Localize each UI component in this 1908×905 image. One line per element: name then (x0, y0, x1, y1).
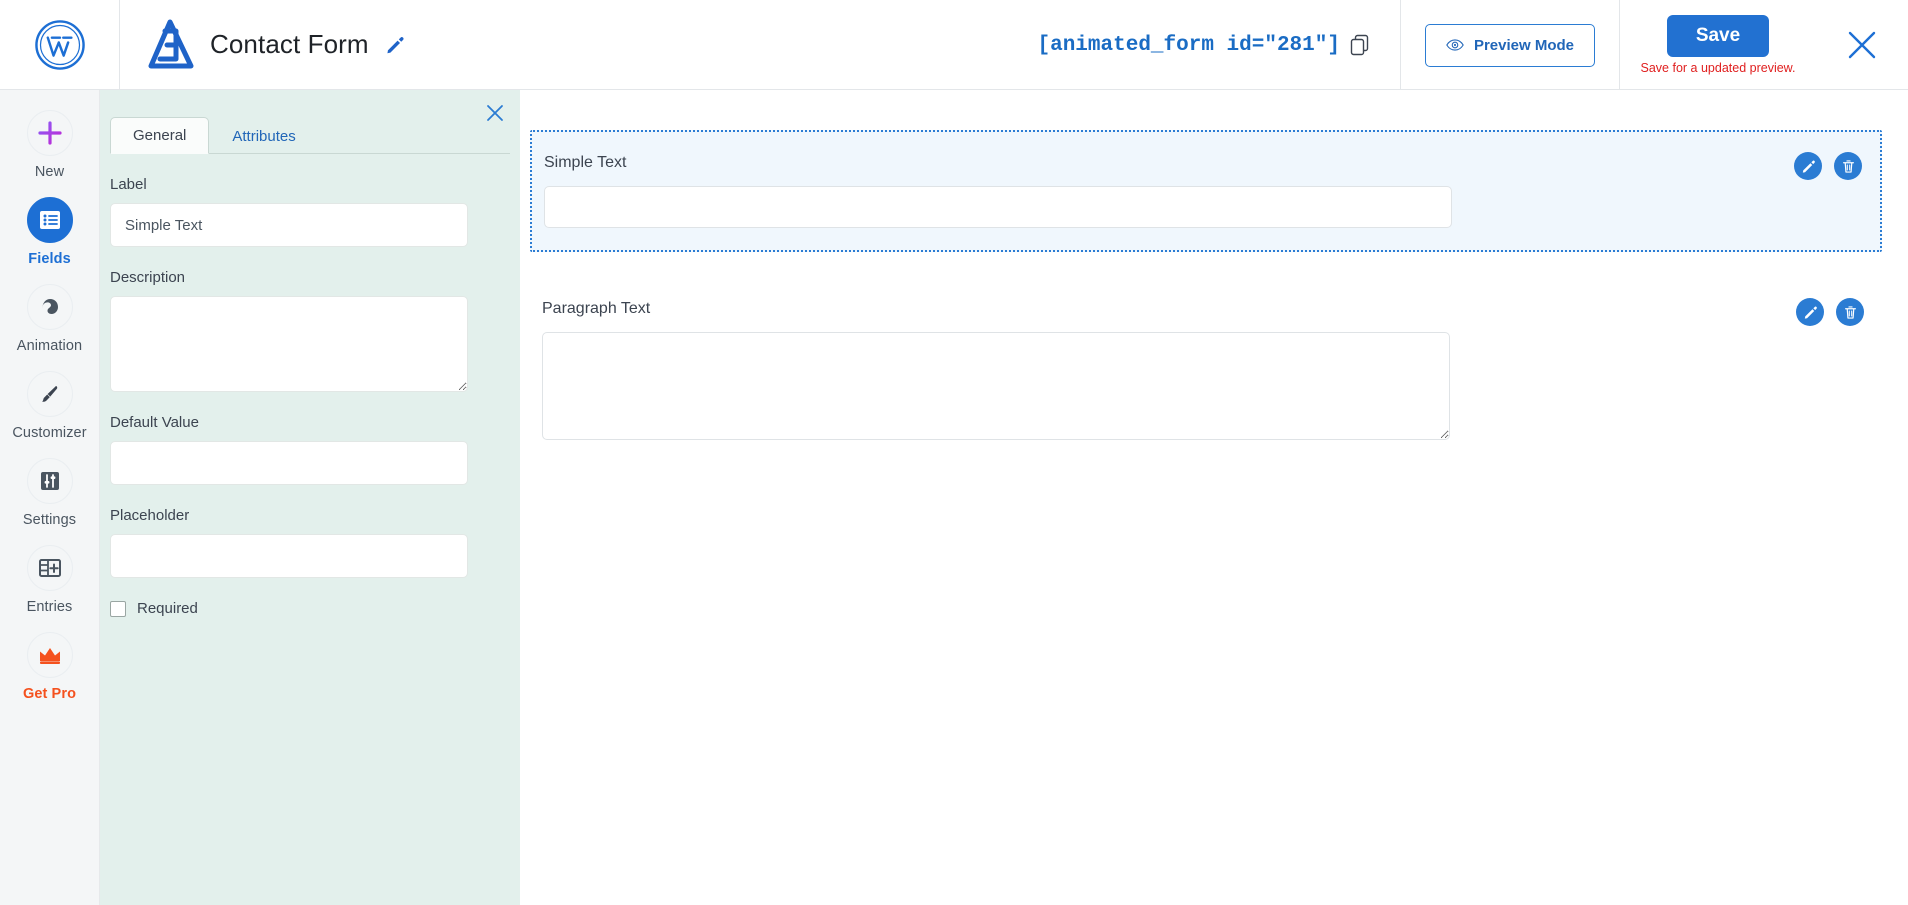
pencil-edit-icon (1803, 305, 1818, 320)
field-settings-panel: General Attributes Label Description Def… (100, 90, 520, 905)
form-field-input-simple-text[interactable] (544, 186, 1452, 228)
pencil-edit-icon[interactable] (385, 35, 405, 55)
close-editor-cell (1816, 0, 1908, 90)
sidebar-item-get-pro[interactable]: Get Pro (0, 632, 100, 702)
delete-field-button-paragraph-text[interactable] (1836, 298, 1864, 326)
preview-mode-button[interactable]: Preview Mode (1425, 24, 1595, 67)
sidebar-item-label-entries: Entries (27, 599, 73, 615)
field-group-description: Description (110, 269, 510, 392)
top-bar: Contact Form [animated_form id="281"] (0, 0, 1908, 90)
form-field-block-simple-text[interactable]: Simple Text (530, 130, 1882, 252)
edit-field-button-paragraph-text[interactable] (1796, 298, 1824, 326)
pencil-edit-icon (1801, 159, 1816, 174)
edit-field-button-simple-text[interactable] (1794, 152, 1822, 180)
animated-forms-logo-icon (146, 19, 196, 71)
header-spacer (405, 0, 1028, 89)
crown-icon (37, 644, 63, 666)
sliders-icon (39, 470, 61, 492)
form-field-label-simple-text: Simple Text (544, 154, 1868, 172)
placeholder-field-label: Placeholder (110, 507, 510, 524)
settings-tabs: General Attributes (110, 116, 510, 154)
sidebar-item-fields[interactable]: Fields (0, 197, 100, 267)
list-icon (38, 208, 62, 232)
default-value-field-label: Default Value (110, 414, 510, 431)
form-builder-app: Contact Form [animated_form id="281"] (0, 0, 1908, 905)
table-plus-icon (38, 557, 62, 579)
form-field-label-paragraph-text: Paragraph Text (542, 300, 1870, 318)
tab-general[interactable]: General (110, 117, 209, 154)
field-group-default-value: Default Value (110, 414, 510, 485)
required-checkbox[interactable] (110, 601, 126, 617)
wordpress-logo-cell[interactable] (0, 0, 120, 90)
save-hint-text: Save for a updated preview. (1641, 61, 1796, 75)
sidebar-item-customizer[interactable]: Customizer (0, 371, 100, 441)
form-field-textarea-paragraph-text[interactable] (542, 332, 1450, 440)
sidebar-item-new[interactable]: New (0, 110, 100, 180)
trash-delete-icon (1841, 159, 1856, 174)
label-input[interactable] (110, 203, 468, 247)
placeholder-input[interactable] (110, 534, 468, 578)
paintbrush-icon (39, 383, 61, 405)
required-label[interactable]: Required (137, 600, 198, 617)
tab-attributes[interactable]: Attributes (209, 118, 318, 154)
list-icon-wrap (27, 197, 73, 243)
block-actions-paragraph-text (1796, 298, 1864, 326)
plus-icon-wrap (27, 110, 73, 156)
sidebar-item-entries[interactable]: Entries (0, 545, 100, 615)
eye-icon (1446, 38, 1464, 52)
form-title-cell: Contact Form (120, 0, 405, 89)
preview-mode-label: Preview Mode (1474, 37, 1574, 54)
save-cell: Save Save for a updated preview. (1620, 0, 1816, 90)
description-field-label: Description (110, 269, 510, 286)
label-field-label: Label (110, 176, 510, 193)
description-textarea[interactable] (110, 296, 468, 392)
panel-close-icon[interactable] (486, 104, 504, 122)
sliders-icon-wrap (27, 458, 73, 504)
sidebar-item-animation[interactable]: Animation (0, 284, 100, 354)
shortcode-text[interactable]: [animated_form id="281"] (1038, 34, 1340, 57)
sidebar-item-label-new: New (35, 164, 64, 180)
sidebar-item-label-customizer: Customizer (12, 425, 86, 441)
sidebar-item-label-animation: Animation (17, 338, 82, 354)
delete-field-button-simple-text[interactable] (1834, 152, 1862, 180)
block-actions-simple-text (1794, 152, 1862, 180)
wordpress-logo-icon (34, 19, 86, 71)
animation-icon (39, 296, 61, 318)
form-canvas: Simple Text Paragraph Text (520, 90, 1908, 905)
plus-icon (37, 120, 63, 146)
copy-icon[interactable] (1350, 34, 1370, 56)
form-field-block-paragraph-text[interactable]: Paragraph Text (530, 278, 1882, 462)
field-group-placeholder: Placeholder (110, 507, 510, 578)
page-title: Contact Form (210, 29, 369, 60)
save-button[interactable]: Save (1667, 15, 1769, 57)
field-group-label: Label (110, 176, 510, 247)
settings-panel-body: Label Description Default Value Placehol… (100, 154, 520, 617)
trash-delete-icon (1843, 305, 1858, 320)
table-plus-icon-wrap (27, 545, 73, 591)
paintbrush-icon-wrap (27, 371, 73, 417)
required-row: Required (110, 600, 510, 617)
preview-mode-cell: Preview Mode (1401, 0, 1620, 90)
sidebar-item-settings[interactable]: Settings (0, 458, 100, 528)
sidebar-item-label-settings: Settings (23, 512, 76, 528)
default-value-input[interactable] (110, 441, 468, 485)
sidebar-item-label-get-pro: Get Pro (23, 686, 76, 702)
close-x-icon[interactable] (1845, 28, 1879, 62)
crown-icon-wrap (27, 632, 73, 678)
sidebar-item-label-fields: Fields (28, 251, 71, 267)
animation-icon-wrap (27, 284, 73, 330)
shortcode-cell: [animated_form id="281"] (1028, 0, 1401, 90)
left-sidebar: New Fields Animation (0, 90, 100, 905)
